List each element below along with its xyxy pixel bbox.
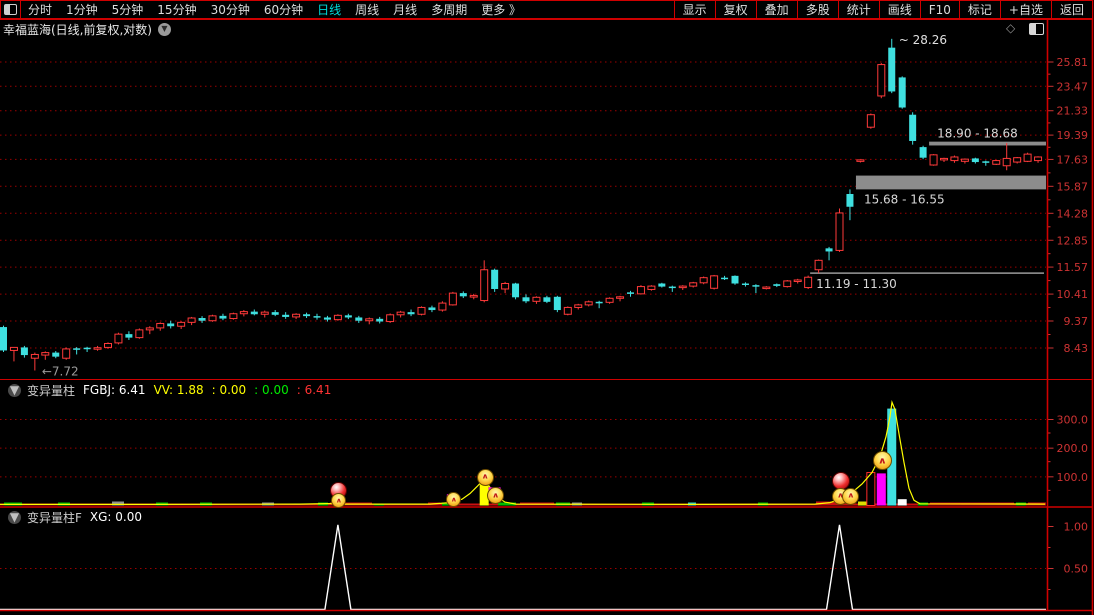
svg-text:12.85: 12.85 xyxy=(1057,234,1089,247)
main-y-axis: 25.81 23.47 21.33 19.39 17.63 15.87 14.28 12.85… xyxy=(1047,56,1089,355)
indicator2-grid: 1.00 0.50 xyxy=(0,521,1088,590)
indicator1-grid: 300.0 200.0 100.0 xyxy=(0,413,1089,491)
indicator-field-1: XG: 0.00 xyxy=(89,510,143,524)
menu-item-10[interactable]: 更多 》 xyxy=(474,1,528,18)
svg-text:15.87: 15.87 xyxy=(1057,180,1089,193)
indicator-field-0: 变异量柱 xyxy=(27,383,76,398)
svg-text:25.81: 25.81 xyxy=(1057,56,1089,69)
gap-zones: 18.90 - 18.68 15.68 - 16.55 11.19 - 11.30 xyxy=(810,127,1046,291)
menu-item-8[interactable]: 月线 xyxy=(386,1,424,18)
toolbar-button-7[interactable]: 标记 xyxy=(958,1,1000,18)
svg-text:23.47: 23.47 xyxy=(1057,80,1089,93)
menu-item-7[interactable]: 周线 xyxy=(348,1,386,18)
svg-text:15.68 - 16.55: 15.68 - 16.55 xyxy=(864,192,945,206)
gold-coin-marker: ∧ xyxy=(476,468,494,486)
toolbar-menu: 显示 复权 叠加 多股 统计 画线 F10 标记 +自选 返回 xyxy=(673,1,1092,18)
frame-lines xyxy=(0,0,1094,615)
indicator-field-0: 变异量柱F xyxy=(27,510,82,525)
diamond-icon[interactable]: ◇ xyxy=(1006,21,1015,35)
svg-text:14.28: 14.28 xyxy=(1057,207,1089,220)
menu-item-1[interactable]: 1分钟 xyxy=(59,1,105,18)
toolbar-button-3[interactable]: 多股 xyxy=(796,1,838,18)
svg-text:10.41: 10.41 xyxy=(1057,288,1089,301)
window-menu-button[interactable] xyxy=(1,1,21,18)
chart-canvas[interactable]: 25.81 23.47 21.33 19.39 17.63 15.87 14.28 12.85… xyxy=(0,0,1094,615)
xg-line xyxy=(0,524,1046,611)
svg-text:300.0: 300.0 xyxy=(1057,413,1089,426)
indicator-field-3: : 0.00 xyxy=(211,383,247,397)
top-menu-bar: 分时 1分钟 5分钟 15分钟 30分钟 60分钟 日线 周线 月线 多周期 更多 》 显示 复权 叠加… xyxy=(0,0,1093,19)
toolbar-button-9[interactable]: 返回 xyxy=(1050,1,1092,18)
toolbar-button-4[interactable]: 统计 xyxy=(837,1,879,18)
svg-text:8.43: 8.43 xyxy=(1064,342,1089,355)
menu-item-2[interactable]: 5分钟 xyxy=(105,1,151,18)
svg-text:18.90 - 18.68: 18.90 - 18.68 xyxy=(937,127,1018,141)
toolbar-button-0[interactable]: 显示 xyxy=(673,1,715,18)
toolbar-button-1[interactable]: 复权 xyxy=(714,1,756,18)
svg-text:1.00: 1.00 xyxy=(1064,521,1089,534)
toolbar-button-2[interactable]: 叠加 xyxy=(755,1,797,18)
svg-text:0.50: 0.50 xyxy=(1064,563,1089,576)
indicator2-header: ▼ 变异量柱F XG: 0.00 xyxy=(2,509,150,525)
gold-coin-marker: ∧ xyxy=(331,492,347,508)
indicator-field-2: VV: 1.88 xyxy=(153,383,204,397)
menu-item-9[interactable]: 多周期 xyxy=(424,1,474,18)
toolbar-button-8[interactable]: +自选 xyxy=(999,1,1051,18)
panel-layout-icon[interactable] xyxy=(1029,23,1044,35)
svg-text:~ 28.26: ~ 28.26 xyxy=(899,33,947,47)
svg-text:100.0: 100.0 xyxy=(1057,471,1089,484)
svg-text:19.39: 19.39 xyxy=(1057,129,1089,142)
svg-text:21.33: 21.33 xyxy=(1057,105,1089,118)
svg-text:200.0: 200.0 xyxy=(1057,442,1089,455)
chart-title: 幸福蓝海(日线,前复权,对数) xyxy=(3,22,152,37)
trading-app-window: 25.81 23.47 21.33 19.39 17.63 15.87 14.28 12.85… xyxy=(0,0,1094,615)
indicator1-header: ▼ 变异量柱 FGBJ: 6.41 VV: 1.88 : 0.00 : 0.00 : 6.… xyxy=(2,382,339,398)
menu-item-4[interactable]: 30分钟 xyxy=(204,1,257,18)
svg-text:11.19 - 11.30: 11.19 - 11.30 xyxy=(816,277,897,291)
toolbar-button-5[interactable]: 画线 xyxy=(878,1,920,18)
menu-item-6[interactable]: 日线 xyxy=(310,1,348,18)
period-menu: 分时 1分钟 5分钟 15分钟 30分钟 60分钟 日线 周线 月线 多周期 更多 》 xyxy=(21,1,528,18)
menu-item-0[interactable]: 分时 xyxy=(21,1,59,18)
collapse-indicator1-icon[interactable]: ▼ xyxy=(8,383,21,397)
indicator-field-5: : 6.41 xyxy=(296,383,332,397)
svg-text:←7.72: ←7.72 xyxy=(42,365,79,379)
title-bar: 幸福蓝海(日线,前复权,对数) ▼ xyxy=(0,20,171,38)
svg-text:17.63: 17.63 xyxy=(1057,153,1089,166)
indicator-field-1: FGBJ: 6.41 xyxy=(83,383,146,397)
menu-item-3[interactable]: 15分钟 xyxy=(150,1,203,18)
window-icon xyxy=(4,4,17,15)
svg-text:9.37: 9.37 xyxy=(1064,315,1089,328)
collapse-indicator2-icon[interactable]: ▼ xyxy=(8,510,21,524)
chevron-down-icon[interactable]: ▼ xyxy=(158,22,171,36)
toolbar-button-6[interactable]: F10 xyxy=(919,1,959,18)
svg-text:11.57: 11.57 xyxy=(1057,261,1089,274)
menu-item-5[interactable]: 60分钟 xyxy=(257,1,310,18)
indicator-field-4: : 0.00 xyxy=(254,383,289,397)
